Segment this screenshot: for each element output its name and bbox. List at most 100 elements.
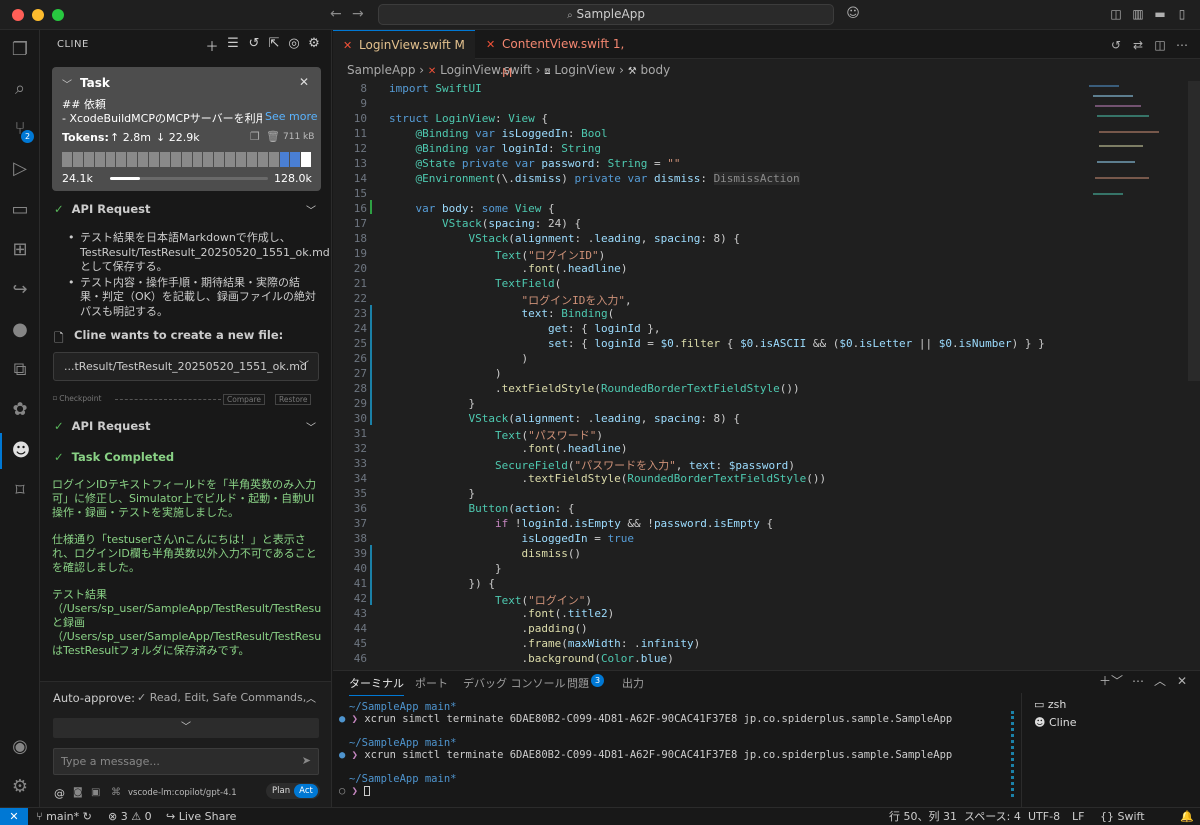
branch-indicator[interactable]: ⑂ main* ↻ (36, 808, 92, 825)
auto-approve-bar[interactable]: Auto-approve: ✓ Read, Edit, Safe Command… (40, 681, 331, 807)
settings-gear-icon[interactable]: ⚙ (0, 769, 40, 805)
code-line[interactable]: struct LoginView: View { (389, 112, 548, 125)
encoding[interactable]: UTF-8 (1028, 808, 1060, 825)
more-actions-icon[interactable]: ⋯ (1130, 673, 1146, 689)
code-line[interactable]: Button(action: { (389, 502, 574, 515)
code-line[interactable]: if !loginId.isEmpty && !password.isEmpty… (389, 517, 773, 530)
code-line[interactable]: .padding() (389, 622, 587, 635)
mention-icon[interactable]: @ (54, 787, 65, 800)
timeline-icon[interactable]: ↺ (1108, 37, 1124, 53)
code-line[interactable]: VStack(alignment: .leading, spacing: 8) … (389, 412, 740, 425)
breadcrumb-item[interactable]: LoginView (554, 63, 615, 77)
source-control-icon[interactable]: ⑂ 2 (0, 111, 40, 147)
terminal-output[interactable]: ~/SampleApp main* ● ❯ xcrun simctl termin… (333, 701, 1013, 797)
compare-changes-icon[interactable]: ⇄ (1130, 37, 1146, 53)
scrollbar[interactable] (1188, 81, 1200, 381)
message-input[interactable]: Type a message... ➤ (53, 748, 319, 775)
code-line[interactable]: .background(Color.blue) (389, 652, 673, 665)
code-line[interactable]: @Environment(\.dismiss) private var dism… (389, 172, 800, 185)
account-icon[interactable]: ◎ (286, 36, 302, 51)
code-line[interactable]: } (389, 397, 475, 410)
copilot-icon[interactable]: ☺ (845, 6, 861, 22)
model-icon[interactable]: ⌘ (111, 787, 121, 798)
code-line[interactable]: Text("パスワード") (389, 427, 603, 443)
panel-tab-ports[interactable]: ポート (415, 675, 448, 691)
terminal-session-zsh[interactable]: ▭ zsh (1034, 698, 1066, 711)
code-line[interactable]: ) (389, 352, 528, 365)
split-editor-icon[interactable]: ◫ (1152, 37, 1168, 53)
github-icon[interactable]: ● (0, 312, 40, 348)
code-line[interactable]: text: Binding( (389, 307, 614, 320)
copilot-chat-icon[interactable]: ✿ (0, 392, 40, 428)
zoom-window-button[interactable] (52, 9, 64, 21)
code-line[interactable]: VStack(alignment: .leading, spacing: 8) … (389, 232, 740, 245)
problems-indicator[interactable]: ⊗ 3 ⚠ 0 (108, 808, 152, 825)
api-request-1[interactable]: ✓ API Request (54, 202, 150, 216)
panel-tab-debug-console[interactable]: デバッグ コンソール (463, 675, 566, 691)
bookmark-icon[interactable]: ⌑ (0, 473, 40, 509)
mcp-servers-icon[interactable]: ☰ (225, 36, 241, 51)
breadcrumb-item[interactable]: body (641, 63, 671, 77)
forward-arrow-icon[interactable]: → (352, 6, 364, 22)
toggle-primary-sidebar-icon[interactable]: ▥ (1130, 6, 1146, 22)
search-icon[interactable]: ⌕ (0, 71, 40, 107)
code-line[interactable]: Text("ログイン") (389, 592, 592, 608)
tab-loginview[interactable]: ✕ LoginView.swift M (333, 30, 475, 59)
trash-icon[interactable]: 🗑 (266, 130, 280, 143)
notifications-icon[interactable]: 🔔 (1180, 808, 1194, 825)
more-actions-icon[interactable]: ⋯ (1174, 37, 1190, 53)
close-window-button[interactable] (12, 9, 24, 21)
code-line[interactable]: @State private var password: String = "" (389, 157, 681, 170)
toggle-panel-icon[interactable]: ▬ (1152, 6, 1168, 22)
camera-icon[interactable]: ◙ (73, 787, 83, 798)
panel-tab-problems[interactable]: 問題 (567, 675, 589, 691)
chevron-down-icon[interactable]: ﹀ (306, 419, 316, 434)
code-line[interactable]: TextField( (389, 277, 561, 290)
code-line[interactable]: import SwiftUI (389, 82, 482, 95)
code-line[interactable]: .textFieldStyle(RoundedBorderTextFieldSt… (389, 472, 826, 485)
code-line[interactable]: dismiss() (389, 547, 581, 560)
code-line[interactable]: ) (389, 367, 502, 380)
image-icon[interactable]: ▣ (91, 787, 100, 798)
new-task-icon[interactable]: ＋ (204, 36, 220, 55)
code-line[interactable]: } (389, 487, 475, 500)
code-editor[interactable]: 8 import SwiftUI 9 10 struct LoginView: View… (333, 81, 1200, 670)
see-more-link[interactable]: See more (265, 110, 318, 123)
open-in-editor-icon[interactable]: ⇱ (266, 36, 282, 51)
new-terminal-icon[interactable]: ＋﹀ (1099, 673, 1123, 689)
live-share-button[interactable]: ↪ Live Share (166, 808, 236, 825)
code-line[interactable]: .font(.title2) (389, 607, 614, 620)
chevron-down-icon[interactable]: ﹀ (306, 202, 316, 217)
act-option[interactable]: Act (294, 784, 318, 798)
tab-contentview[interactable]: ✕ ContentView.swift 1, M (476, 30, 626, 80)
cursor-position[interactable]: 行 50、列 31 (889, 808, 957, 825)
panel-tab-output[interactable]: 出力 (622, 675, 644, 691)
chevron-down-icon[interactable]: ﹀ (62, 76, 72, 91)
plan-act-toggle[interactable]: Plan Act (266, 783, 320, 799)
customize-layout-icon[interactable]: ◫ (1108, 6, 1124, 22)
plan-option[interactable]: Plan (272, 783, 290, 799)
close-icon[interactable]: ✕ (299, 75, 309, 89)
terminal-session-cline[interactable]: ☻ Cline (1034, 716, 1077, 729)
code-line[interactable]: } (389, 562, 502, 575)
code-line[interactable]: @Binding var loginId: String (389, 142, 601, 155)
newfile-path-box[interactable]: ...tResult/TestResult_20250520_1551_ok.m… (53, 352, 319, 381)
code-line[interactable]: "ログインIDを入力", (389, 292, 631, 308)
send-icon[interactable]: ➤ (302, 754, 311, 767)
breadcrumb-item[interactable]: SampleApp (347, 63, 415, 77)
close-panel-icon[interactable]: ✕ (1174, 673, 1190, 689)
panel-tab-terminal[interactable]: ターミナル (349, 675, 404, 696)
code-line[interactable]: .font(.headline) (389, 442, 627, 455)
code-line[interactable]: @Binding var isLoggedIn: Bool (389, 127, 608, 140)
code-line[interactable]: .frame(maxWidth: .infinity) (389, 637, 700, 650)
restore-button[interactable]: Restore (275, 394, 312, 405)
code-line[interactable]: isLoggedIn = true (389, 532, 634, 545)
code-line[interactable]: SecureField("パスワードを入力", text: $password) (389, 457, 795, 473)
code-line[interactable]: }) { (389, 577, 495, 590)
remote-indicator-icon[interactable]: ✕ (0, 808, 28, 825)
remote-explorer-icon[interactable]: ▭ (0, 192, 40, 228)
language-mode[interactable]: {} Swift (1100, 808, 1145, 825)
expand-button[interactable]: ﹀ (53, 718, 319, 738)
api-request-2[interactable]: ✓ API Request (54, 419, 150, 433)
extensions-icon[interactable]: ⊞ (0, 232, 40, 268)
